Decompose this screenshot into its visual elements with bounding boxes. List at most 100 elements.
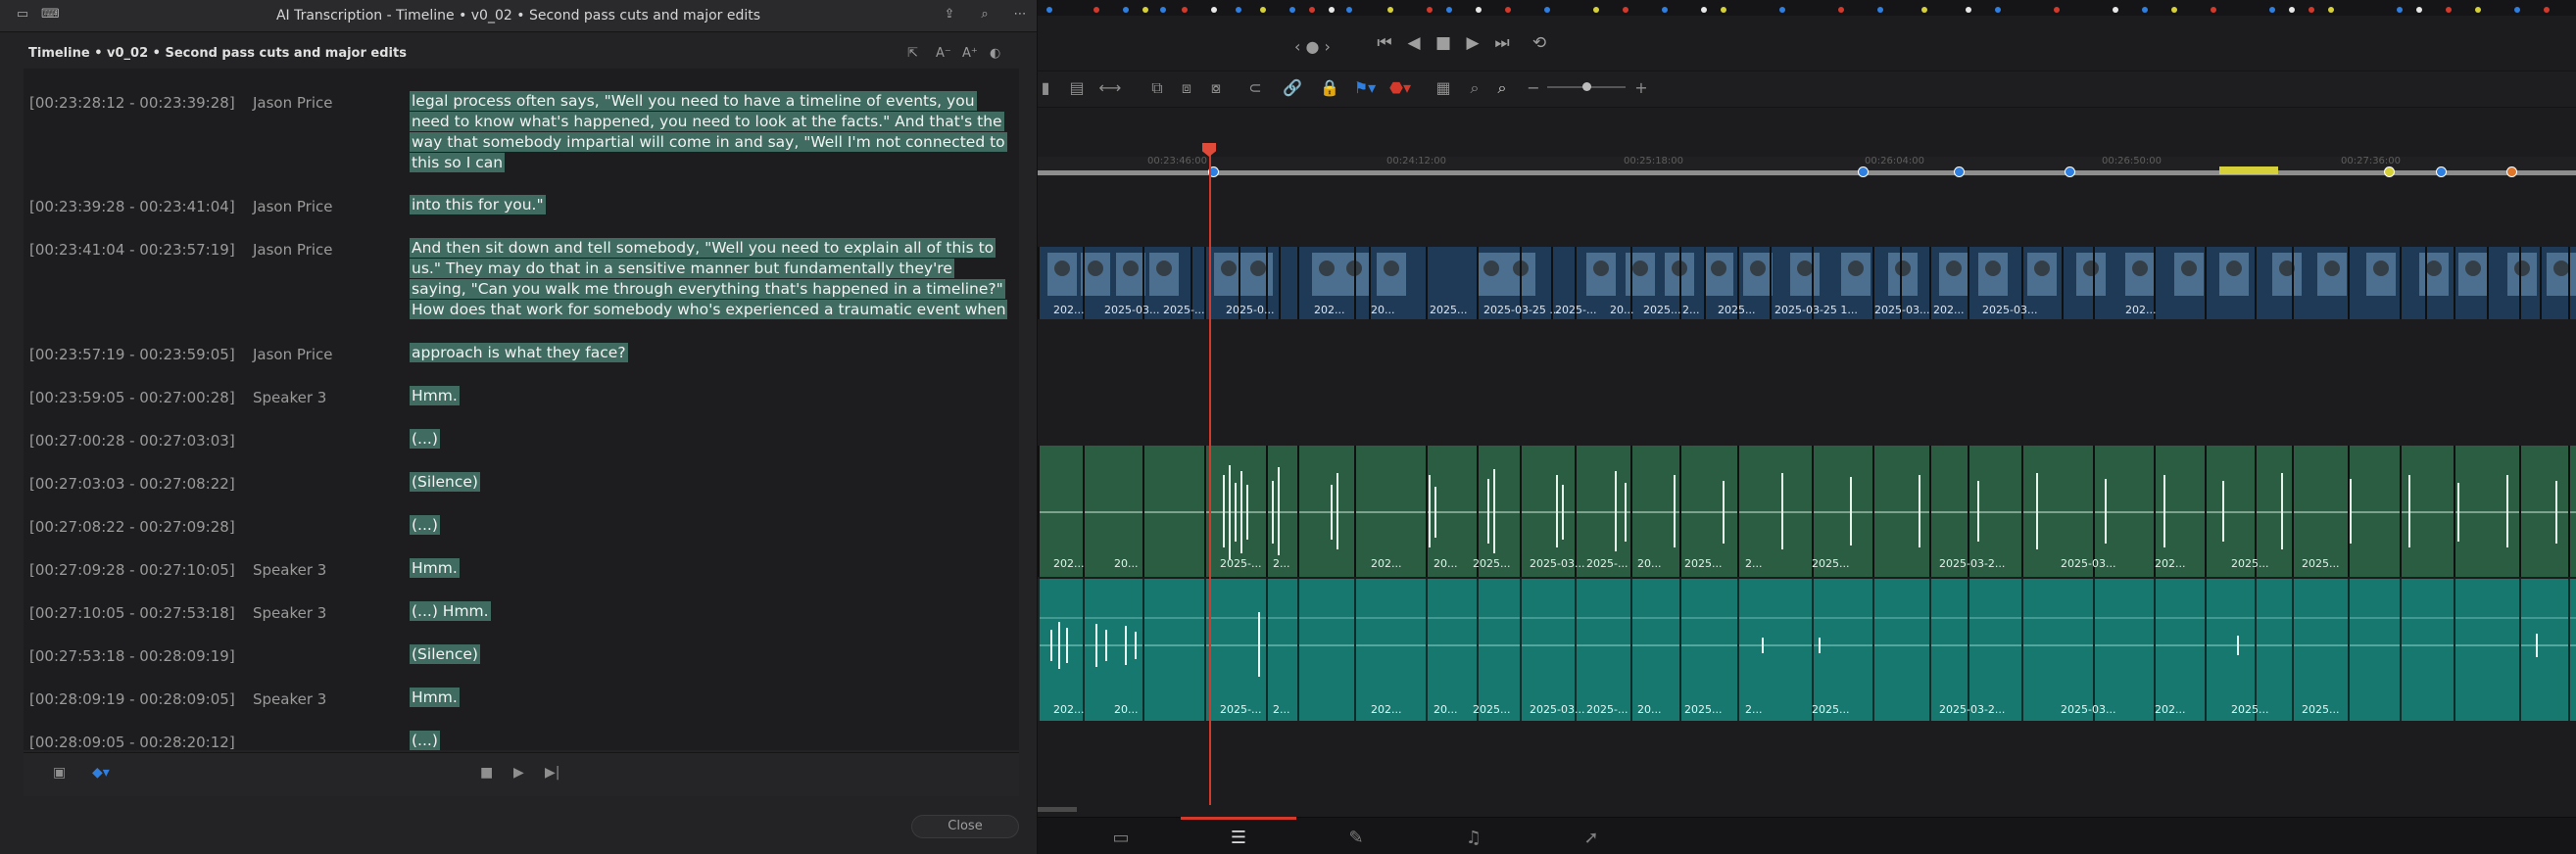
timeline-hscrollbar[interactable] xyxy=(1038,807,1077,812)
video-clip-label: 2025-03... xyxy=(1982,304,2038,316)
zoom-detail-icon[interactable]: ⌕ xyxy=(1463,78,1486,98)
row-text[interactable]: Hmm. xyxy=(410,558,460,578)
zoom-custom-icon[interactable]: ⌕ xyxy=(1490,78,1514,98)
close-button[interactable]: Close xyxy=(911,815,1019,838)
video-clip-label: 202... xyxy=(1314,304,1345,316)
selection-mode-icon[interactable]: ▮ xyxy=(1038,78,1057,97)
fairlight-page-icon[interactable]: ♫ xyxy=(1420,826,1528,851)
video-clip-label: 2025-03-25 1... xyxy=(1774,304,1858,316)
marker-color-icon[interactable]: ◆▾ xyxy=(92,765,110,781)
row-speaker: Jason Price xyxy=(253,241,333,259)
overwrite-clip-icon[interactable]: ⧈ xyxy=(1175,78,1198,98)
play-icon[interactable]: ▶ xyxy=(1461,33,1484,53)
video-clip-label: 2025-03... xyxy=(1874,304,1930,316)
row-text[interactable]: And then sit down and tell somebody, "We… xyxy=(410,238,1007,320)
timeline-range-marker[interactable] xyxy=(2219,166,2278,174)
crop-icon[interactable]: ⇱ xyxy=(907,46,918,61)
row-text-wrap: approach is what they face? xyxy=(410,343,1019,363)
timeline-marker[interactable] xyxy=(1858,166,1869,177)
edit-page-icon[interactable]: ☰ xyxy=(1185,826,1292,851)
row-text[interactable]: approach is what they face? xyxy=(410,343,628,362)
trim-mode-icon[interactable]: ▤ xyxy=(1065,78,1089,97)
video-clip-label: 2025-03... xyxy=(1104,304,1160,316)
row-timecode: [00:23:28:12 - 00:23:39:28] xyxy=(29,94,235,112)
stop-icon[interactable]: ■ xyxy=(480,765,493,781)
row-text[interactable]: into this for you." xyxy=(410,195,546,214)
contrast-icon[interactable]: ◐ xyxy=(990,46,1000,61)
timeline-marker[interactable] xyxy=(2506,166,2517,177)
replace-clip-icon[interactable]: ⧇ xyxy=(1204,78,1228,98)
ruler-label: 00:23:46:00 xyxy=(1147,156,1208,166)
zoom-out-icon[interactable]: − xyxy=(1522,78,1545,97)
text-larger-icon[interactable]: A⁺ xyxy=(962,46,978,61)
playhead-line[interactable] xyxy=(1209,147,1211,805)
row-speaker: Speaker 3 xyxy=(253,389,327,406)
flag-icon[interactable]: ⚑▾ xyxy=(1353,78,1377,97)
timeline-marker[interactable] xyxy=(1954,166,1965,177)
audio-clip-label: 2025-... xyxy=(1220,703,1262,716)
marker-nav-icon[interactable]: ‹ ● › xyxy=(1294,37,1331,56)
next-frame-icon[interactable]: ⏭ xyxy=(1490,33,1514,53)
timeline-overview-strip[interactable] xyxy=(1038,0,2576,16)
row-text-wrap: Hmm. xyxy=(410,558,1019,579)
zoom-full-icon[interactable]: ▦ xyxy=(1432,78,1455,97)
ruler-label: 00:27:36:00 xyxy=(2341,156,2402,166)
link-icon[interactable]: 🔗 xyxy=(1281,78,1304,97)
row-text[interactable]: (...) xyxy=(410,731,440,750)
dynamic-trim-icon[interactable]: ⟷ xyxy=(1098,78,1122,97)
loop-icon[interactable]: ⟲ xyxy=(1528,33,1551,53)
row-text[interactable]: Hmm. xyxy=(410,386,460,405)
transcript-list: [00:23:28:12 - 00:23:39:28] Jason Price … xyxy=(24,69,1019,750)
video-track-1[interactable]: 202... 2025-03... 2025-... 2025-0... 202… xyxy=(1038,247,2576,319)
audio-clip-label: 2... xyxy=(1745,703,1763,716)
audio-clip-label: 2025-... xyxy=(1220,557,1262,570)
deliver-page-icon[interactable]: ➚ xyxy=(1537,826,1645,851)
clip-icon[interactable]: ▣ xyxy=(53,765,66,781)
playhead-handle[interactable] xyxy=(1202,143,1216,157)
audio-track-1[interactable]: 202... 20... 2025-... 2... 202... 20... … xyxy=(1038,446,2576,577)
row-text-wrap: (Silence) xyxy=(410,472,1019,493)
row-speaker: Speaker 3 xyxy=(253,604,327,622)
audio-clip-label: 202... xyxy=(1371,703,1402,716)
more-icon[interactable]: ⋯ xyxy=(1011,7,1029,23)
window-title: AI Transcription - Timeline • v0_02 • Se… xyxy=(275,8,761,24)
text-smaller-icon[interactable]: A⁻ xyxy=(936,46,951,61)
row-text[interactable]: (Silence) xyxy=(410,644,480,664)
row-timecode: [00:27:08:22 - 00:27:09:28] xyxy=(29,518,235,536)
row-text[interactable]: (...) xyxy=(410,515,440,535)
lock-icon[interactable]: 🔒 xyxy=(1318,78,1341,97)
row-text[interactable]: legal process often says, "Well you need… xyxy=(410,91,1007,172)
media-page-icon[interactable]: ▭ xyxy=(1067,826,1175,851)
audio-clip-label: 2025-03... xyxy=(1530,703,1585,716)
zoom-slider-handle[interactable] xyxy=(1582,82,1591,91)
audio-clip-label: 2025... xyxy=(1812,557,1850,570)
insert-clip-icon[interactable]: ⧉ xyxy=(1145,78,1169,98)
video-clip-label: 2025-0... xyxy=(1226,304,1275,316)
audio-clip-label: 20... xyxy=(1637,557,1662,570)
first-frame-icon[interactable]: ⏮ xyxy=(1373,33,1396,53)
marker-icon[interactable]: ⬣▾ xyxy=(1388,78,1412,97)
prev-frame-icon[interactable]: ◀ xyxy=(1402,33,1426,53)
play-icon[interactable]: ▶ xyxy=(513,765,524,781)
timeline-marker[interactable] xyxy=(2065,166,2075,177)
zoom-in-icon[interactable]: + xyxy=(1629,78,1653,97)
video-clip-label: 2025... xyxy=(1430,304,1468,316)
stop-icon[interactable]: ■ xyxy=(1432,33,1455,53)
row-text[interactable]: (Silence) xyxy=(410,472,480,492)
timeline-marker[interactable] xyxy=(2436,166,2447,177)
audio-track-2[interactable]: 202... 20... 2025-... 2... 202... 20... … xyxy=(1038,579,2576,721)
row-text[interactable]: Hmm. xyxy=(410,688,460,707)
row-timecode: [00:27:09:28 - 00:27:10:05] xyxy=(29,561,235,579)
row-text[interactable]: (...) xyxy=(410,429,440,449)
timeline-marker[interactable] xyxy=(2384,166,2395,177)
row-text-wrap: into this for you." xyxy=(410,195,1007,215)
snapping-icon[interactable]: ⊂ xyxy=(1243,78,1267,97)
audio-clip-label: 2025... xyxy=(1812,703,1850,716)
search-icon[interactable]: ⌕ xyxy=(976,7,994,23)
share-icon[interactable]: ⇪ xyxy=(941,7,958,23)
row-text-wrap: legal process often says, "Well you need… xyxy=(410,91,1007,173)
row-text[interactable]: (...) Hmm. xyxy=(410,601,491,621)
play-to-end-icon[interactable]: ▶| xyxy=(545,765,559,781)
audio-clip-label: 2... xyxy=(1273,703,1290,716)
fusion-page-icon[interactable]: ✎ xyxy=(1302,826,1410,851)
